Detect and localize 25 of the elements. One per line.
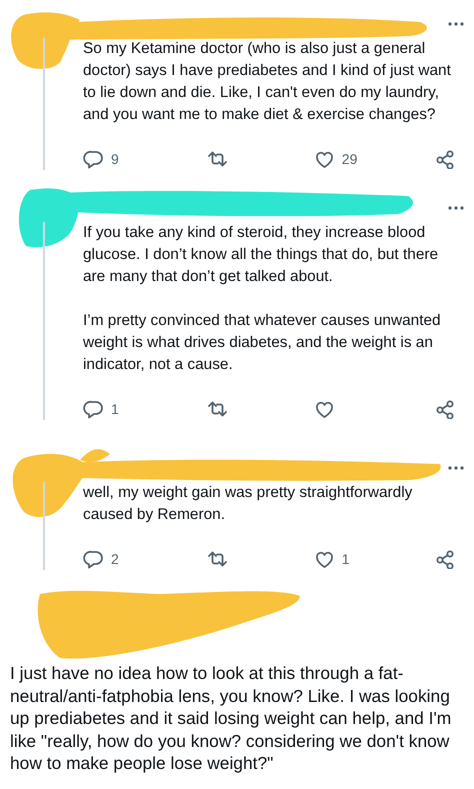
like-count: 29 bbox=[342, 150, 358, 168]
reply-icon[interactable] bbox=[83, 549, 103, 569]
retweet-icon[interactable] bbox=[207, 149, 228, 169]
like-count: 1 bbox=[342, 550, 350, 568]
reply-text: I’m pretty convinced that whatever causes unwanted weight is what drives diabetes, and the weight is an indicator, not a cause. bbox=[83, 311, 442, 375]
share-icon[interactable] bbox=[435, 549, 456, 569]
more-icon[interactable] bbox=[448, 466, 464, 470]
share-icon[interactable] bbox=[435, 399, 456, 419]
heart-icon[interactable] bbox=[314, 549, 334, 569]
heart-icon[interactable] bbox=[314, 399, 334, 419]
tweet-text: I just have no idea how to look at this through a fat-neutral/anti-fatphobia lens, you know? Like. I was looking up prediabetes and it said losing weight can help, and I'm like "really, how do you know? considering we don't know how to make people lose weight?" bbox=[9, 662, 452, 774]
retweet-icon[interactable] bbox=[207, 399, 228, 419]
reply-count: 9 bbox=[111, 150, 119, 168]
more-icon[interactable] bbox=[448, 206, 464, 210]
reply-count: 1 bbox=[111, 400, 119, 418]
reply-icon[interactable] bbox=[83, 399, 103, 419]
reply-icon[interactable] bbox=[83, 149, 103, 169]
reply-text: If you take any kind of steroid, they increase blood glucose. I don’t know all the things that do, but there are many that don’t get talked about. bbox=[83, 223, 440, 287]
reply-count: 2 bbox=[111, 550, 119, 568]
retweet-icon[interactable] bbox=[207, 549, 228, 569]
more-icon[interactable] bbox=[448, 22, 464, 26]
heart-icon[interactable] bbox=[314, 149, 334, 169]
reply-text: well, my weight gain was pretty straightforwardly caused by Remeron. bbox=[83, 483, 414, 525]
share-icon[interactable] bbox=[435, 149, 456, 169]
reply-text: So my Ketamine doctor (who is also just a general doctor) says I have prediabetes and I kind of just want to lie down and die. Like, I can't even do my laundry, and you want me to make diet & exercise changes? bbox=[83, 39, 452, 125]
